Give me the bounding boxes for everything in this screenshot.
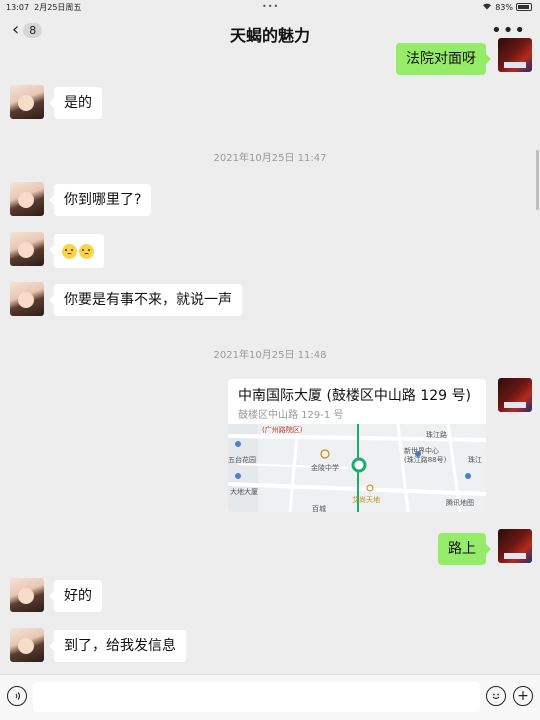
message-timestamp: 2021年10月25日 11:48 [213,350,327,361]
avatar-self[interactable] [498,529,532,563]
status-date: 2月25日周五 [34,3,82,12]
location-message-card[interactable]: 中南国际大厦 (鼓楼区中山路 129 号) 鼓楼区中山路 129-1 号 (广州… [228,379,486,512]
input-bar: + [0,674,540,720]
wifi-icon [482,2,492,12]
message-bubble-in[interactable]: 是的 [49,87,102,119]
avatar-self[interactable] [498,38,532,72]
scrollbar[interactable] [536,150,539,210]
battery-percent: 83% [495,2,513,12]
avatar-contact[interactable] [10,282,44,316]
map-label: 珠江 [468,456,482,464]
map-label: 腾讯地图 [446,499,474,507]
status-time: 13:07 [6,3,30,12]
location-address: 鼓楼区中山路 129-1 号 [238,410,344,421]
map-label: 五台花园 [228,456,256,464]
status-time-date: 13:07 2月25日周五 [6,2,81,13]
sad-face-emoji-icon [62,243,77,259]
emoji-icon[interactable] [486,686,506,706]
avatar-contact[interactable] [10,232,44,266]
avatar-contact[interactable] [10,182,44,216]
avatar-contact[interactable] [10,628,44,662]
plus-icon[interactable]: + [513,686,533,706]
map-label: 珠江路 [426,431,447,439]
battery-icon [516,3,532,11]
message-bubble-in[interactable]: 你要是有事不来，就说一声 [49,284,242,316]
status-right: 83% [482,2,532,12]
map-label: 艾尚天地 [352,496,380,504]
message-bubble-emoji[interactable] [49,234,104,268]
message-timestamp: 2021年10月25日 11:47 [213,153,327,164]
multitask-dots[interactable]: ••• [262,2,279,11]
sad-face-emoji-icon [79,243,94,259]
status-bar: 13:07 2月25日周五 ••• 83% [0,0,540,14]
location-map[interactable]: (广州路院区) 五台花园 金陵中学 新世界中心 (珠江路88号) 大地大厦 艾尚… [228,423,486,512]
message-bubble-out[interactable]: 路上 [438,533,491,565]
message-bubble-in[interactable]: 到了，给我发信息 [49,630,186,662]
message-bubble-out[interactable]: 法院对面呀 [396,43,491,75]
message-bubble-in[interactable]: 你到哪里了? [48,184,152,216]
location-title: 中南国际大厦 (鼓楼区中山路 129 号) [238,388,471,404]
avatar-contact[interactable] [10,85,44,119]
message-input[interactable] [33,682,480,712]
voice-icon[interactable] [7,686,27,706]
map-label: 大地大厦 [230,488,258,496]
message-bubble-in[interactable]: 好的 [49,580,102,612]
map-label: (广州路院区) [262,426,303,434]
map-label: 金陵中学 [311,464,339,472]
map-label: (珠江路88号) [404,456,447,464]
avatar-contact[interactable] [10,578,44,612]
avatar-self[interactable] [498,378,532,412]
map-label: 百城 [312,505,326,512]
